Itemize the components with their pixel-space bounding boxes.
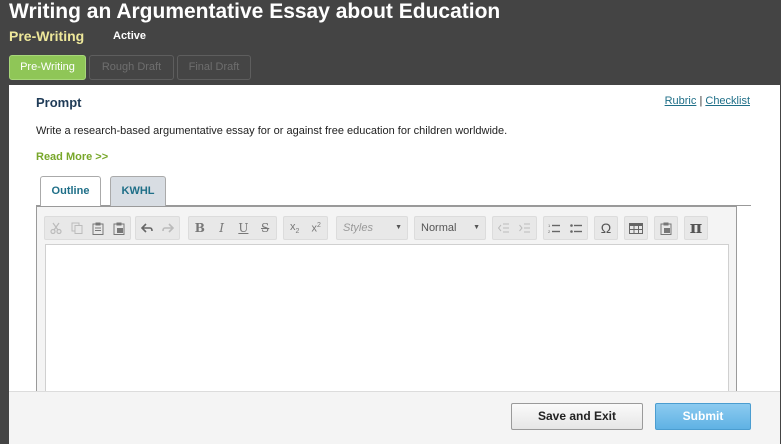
save-and-exit-button[interactable]: Save and Exit	[511, 403, 643, 430]
status-badge: Active	[113, 30, 147, 42]
clipboard-group	[44, 216, 131, 240]
table-group	[624, 216, 648, 240]
svg-text:2: 2	[548, 229, 551, 234]
paste-from-word-icon[interactable]	[655, 217, 677, 239]
math-group: π	[684, 216, 708, 240]
redo-icon[interactable]	[158, 217, 180, 239]
resource-links: Rubric | Checklist	[665, 95, 750, 107]
assignment-title: Writing an Argumentative Essay about Edu…	[9, 0, 501, 23]
current-stage-label: Pre-Writing	[9, 28, 85, 44]
styles-placeholder: Styles	[343, 222, 373, 234]
text-style-group: B I U S	[188, 216, 277, 240]
format-dropdown[interactable]: Normal ▼	[414, 216, 486, 240]
copy-icon[interactable]	[66, 217, 87, 239]
bulleted-list-icon[interactable]	[566, 217, 588, 239]
chevron-down-icon: ▼	[395, 224, 402, 231]
prompt-text: Write a research-based argumentative ess…	[36, 125, 508, 137]
indent-group	[492, 216, 537, 240]
footer-bar: Save and Exit Submit	[9, 391, 780, 444]
pi-math-icon[interactable]: π	[685, 217, 707, 239]
history-group	[135, 216, 180, 240]
format-value: Normal	[421, 222, 457, 234]
italic-icon[interactable]: I	[211, 217, 233, 239]
content-panel: Prompt Rubric | Checklist Write a resear…	[9, 85, 780, 444]
submit-button[interactable]: Submit	[655, 403, 751, 430]
chevron-down-icon: ▼	[473, 224, 480, 231]
checklist-link[interactable]: Checklist	[705, 95, 750, 107]
superscript-icon[interactable]: x2	[306, 217, 328, 239]
omega-icon[interactable]: Ω	[595, 217, 617, 239]
subscript-icon[interactable]: x2	[284, 217, 306, 239]
underline-icon[interactable]: U	[233, 217, 255, 239]
list-group: 12	[543, 216, 588, 240]
indent-icon[interactable]	[515, 217, 537, 239]
editor-toolbar: B I U S x2 x2 Styles ▼ Normal ▼ 1 2 Ω π	[44, 214, 729, 244]
svg-text:1: 1	[548, 223, 551, 228]
undo-icon[interactable]	[136, 217, 158, 239]
tab-kwhl[interactable]: KWHL	[110, 176, 166, 206]
paste-icon[interactable]	[88, 217, 109, 239]
stage-tab-final-draft[interactable]: Final Draft	[177, 55, 251, 80]
styles-dropdown[interactable]: Styles ▼	[336, 216, 408, 240]
numbered-list-icon[interactable]: 12	[544, 217, 566, 239]
bold-icon[interactable]: B	[189, 217, 211, 239]
outdent-icon[interactable]	[493, 217, 515, 239]
link-separator: |	[699, 95, 703, 107]
table-icon[interactable]	[625, 217, 647, 239]
stage-tab-rough-draft[interactable]: Rough Draft	[89, 55, 174, 80]
script-group: x2 x2	[283, 216, 328, 240]
rubric-link[interactable]: Rubric	[665, 95, 697, 107]
paste-word-group	[654, 216, 678, 240]
prompt-heading: Prompt	[36, 95, 82, 110]
stage-tab-pre-writing[interactable]: Pre-Writing	[9, 55, 86, 80]
cut-icon[interactable]	[45, 217, 66, 239]
strikethrough-icon[interactable]: S	[254, 217, 276, 239]
special-char-group: Ω	[594, 216, 618, 240]
tab-outline[interactable]: Outline	[40, 176, 101, 207]
paste-text-icon[interactable]	[109, 217, 130, 239]
read-more-link[interactable]: Read More >>	[36, 151, 108, 163]
